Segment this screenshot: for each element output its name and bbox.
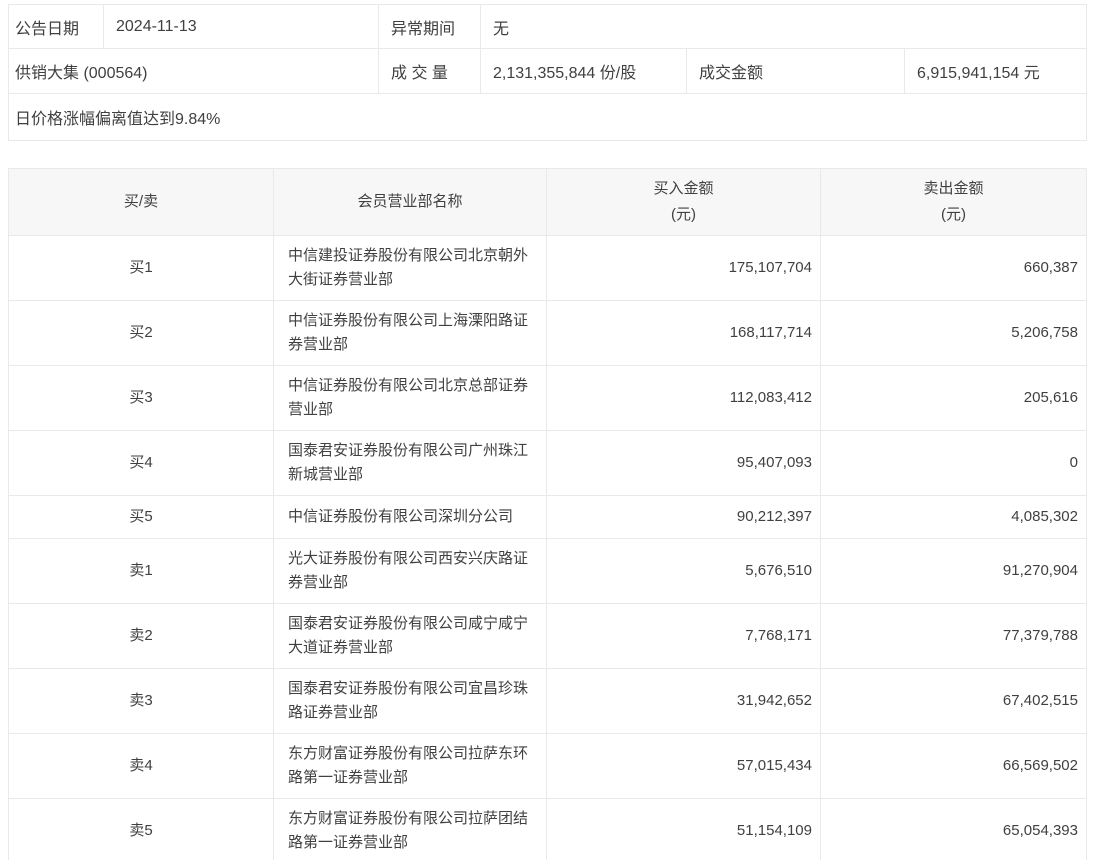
turnover-label: 成交金额 <box>687 49 905 93</box>
header-branch: 会员营业部名称 <box>274 169 547 235</box>
broker-table: 买/卖 会员营业部名称 买入金额 (元) 卖出金额 (元) 买1 中信建投证券股… <box>8 168 1087 860</box>
summary-row-date: 公告日期 2024-11-13 异常期间 无 <box>9 5 1086 49</box>
table-row-buy1: 买1 中信建投证券股份有限公司北京朝外大街证券营业部 175,107,704 6… <box>9 236 1086 301</box>
buy-amount-cell: 112,083,412 <box>547 366 821 430</box>
side-cell: 卖5 <box>9 799 274 860</box>
sell-amount-cell: 67,402,515 <box>1002 692 1078 709</box>
branch-cell: 中信证券股份有限公司北京总部证券营业部 <box>274 366 547 430</box>
header-buy-line2: (元) <box>671 206 696 223</box>
buy-amount-cell: 90,212,397 <box>547 496 821 538</box>
buy-amount-cell: 57,015,434 <box>547 734 821 798</box>
table-row-sell4: 卖4 东方财富证券股份有限公司拉萨东环路第一证券营业部 57,015,434 6… <box>9 734 1086 799</box>
header-sell-line1: 卖出金额 <box>923 180 984 197</box>
header-sell-amount: 卖出金额 (元) <box>821 169 1086 235</box>
side-cell: 买5 <box>9 496 274 538</box>
side-cell: 卖3 <box>9 669 274 733</box>
sell-amount-cell: 4,085,302 <box>1011 508 1078 525</box>
header-sell-line2: (元) <box>941 206 966 223</box>
header-buy-amount: 买入金额 (元) <box>547 169 821 235</box>
buy-amount-cell: 51,154,109 <box>547 799 821 860</box>
summary-row-reason: 日价格涨幅偏离值达到9.84% <box>9 94 1086 140</box>
sell-amount-cell: 65,054,393 <box>1002 822 1078 839</box>
table-row-buy2: 买2 中信证券股份有限公司上海溧阳路证券营业部 168,117,714 5,20… <box>9 301 1086 366</box>
buy-amount-cell: 31,942,652 <box>547 669 821 733</box>
buy-amount-cell: 5,676,510 <box>547 539 821 603</box>
branch-cell: 国泰君安证券股份有限公司广州珠江新城营业部 <box>274 431 547 495</box>
sell-amount-cell: 91,270,904 <box>1002 562 1078 579</box>
sell-amount-cell: 205,616 <box>1023 389 1078 406</box>
branch-cell: 中信证券股份有限公司上海溧阳路证券营业部 <box>274 301 547 365</box>
sell-amount-cell: 660,387 <box>1023 259 1078 276</box>
side-cell: 卖1 <box>9 539 274 603</box>
table-row-sell5: 卖5 东方财富证券股份有限公司拉萨团结路第一证券营业部 51,154,109 6… <box>9 799 1086 860</box>
buy-amount-cell: 95,407,093 <box>547 431 821 495</box>
table-row-buy4: 买4 国泰君安证券股份有限公司广州珠江新城营业部 95,407,093 0 <box>9 431 1086 496</box>
header-side: 买/卖 <box>9 169 274 235</box>
branch-cell: 东方财富证券股份有限公司拉萨团结路第一证券营业部 <box>274 799 547 860</box>
side-cell: 买2 <box>9 301 274 365</box>
table-row-buy3: 买3 中信证券股份有限公司北京总部证券营业部 112,083,412 205,6… <box>9 366 1086 431</box>
side-cell: 卖2 <box>9 604 274 668</box>
header-branch-label: 会员营业部名称 <box>357 193 463 210</box>
table-row-sell1: 卖1 光大证券股份有限公司西安兴庆路证券营业部 5,676,510 91,270… <box>9 539 1086 604</box>
volume-label: 成 交 量 <box>379 49 481 93</box>
announce-date-value: 2024-11-13 <box>104 5 379 48</box>
sell-amount-cell: 5,206,758 <box>1011 324 1078 341</box>
header-side-label: 买/卖 <box>123 193 159 210</box>
abnormal-period-value: 无 <box>493 20 510 38</box>
buy-amount-cell: 168,117,714 <box>547 301 821 365</box>
branch-cell: 中信建投证券股份有限公司北京朝外大街证券营业部 <box>274 236 547 300</box>
deviation-note: 日价格涨幅偏离值达到9.84% <box>15 111 221 128</box>
abnormal-period-label: 异常期间 <box>379 5 481 48</box>
table-row-sell3: 卖3 国泰君安证券股份有限公司宜昌珍珠路证券营业部 31,942,652 67,… <box>9 669 1086 734</box>
branch-cell: 东方财富证券股份有限公司拉萨东环路第一证券营业部 <box>274 734 547 798</box>
branch-cell: 光大证券股份有限公司西安兴庆路证券营业部 <box>274 539 547 603</box>
volume-value: 2,131,355,844 份/股 <box>481 49 687 93</box>
turnover-value: 6,915,941,154 元 <box>917 65 1040 82</box>
sell-amount-cell: 0 <box>1069 454 1078 471</box>
sell-amount-cell: 77,379,788 <box>1002 627 1078 644</box>
side-cell: 卖4 <box>9 734 274 798</box>
table-row-buy5: 买5 中信证券股份有限公司深圳分公司 90,212,397 4,085,302 <box>9 496 1086 539</box>
announce-date-label: 公告日期 <box>9 5 104 48</box>
sell-amount-cell: 66,569,502 <box>1002 757 1078 774</box>
stock-title: 供销大集 (000564) <box>9 49 379 93</box>
branch-cell: 中信证券股份有限公司深圳分公司 <box>274 496 547 538</box>
page: 公告日期 2024-11-13 异常期间 无 供销大集 (000564) 成 交… <box>0 0 1095 860</box>
broker-table-header: 买/卖 会员营业部名称 买入金额 (元) 卖出金额 (元) <box>9 169 1086 236</box>
table-row-sell2: 卖2 国泰君安证券股份有限公司咸宁咸宁大道证券营业部 7,768,171 77,… <box>9 604 1086 669</box>
side-cell: 买4 <box>9 431 274 495</box>
branch-cell: 国泰君安证券股份有限公司咸宁咸宁大道证券营业部 <box>274 604 547 668</box>
side-cell: 买1 <box>9 236 274 300</box>
header-buy-line1: 买入金额 <box>653 180 714 197</box>
buy-amount-cell: 7,768,171 <box>547 604 821 668</box>
summary-row-stock: 供销大集 (000564) 成 交 量 2,131,355,844 份/股 成交… <box>9 49 1086 94</box>
side-cell: 买3 <box>9 366 274 430</box>
summary-table: 公告日期 2024-11-13 异常期间 无 供销大集 (000564) 成 交… <box>8 4 1087 141</box>
branch-cell: 国泰君安证券股份有限公司宜昌珍珠路证券营业部 <box>274 669 547 733</box>
buy-amount-cell: 175,107,704 <box>547 236 821 300</box>
